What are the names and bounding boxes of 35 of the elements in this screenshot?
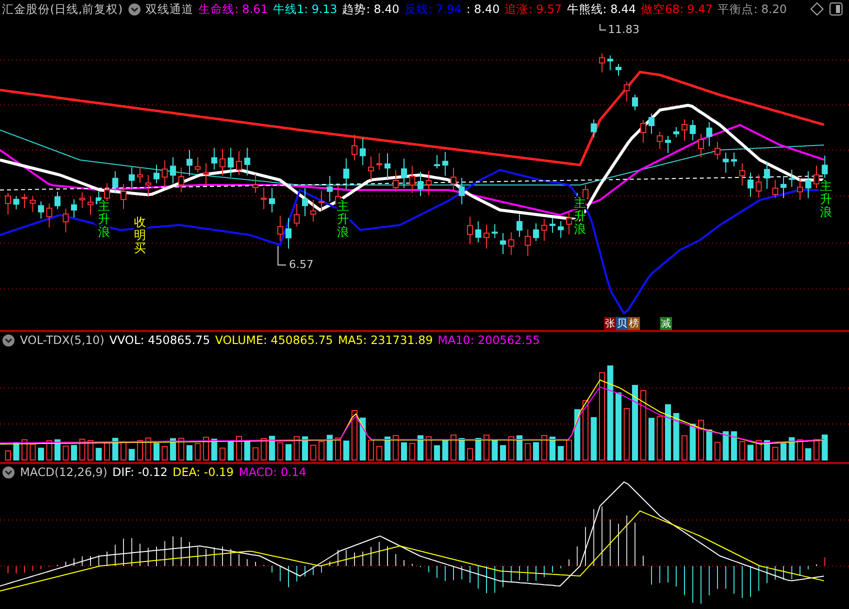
indicator-reading: 平衡点: 8.20 <box>718 2 787 16</box>
indicator-reading: MACD: 0.14 <box>238 465 306 479</box>
tag-label: 张 <box>604 317 616 330</box>
leader-line <box>600 24 606 30</box>
panel-toggle-icon[interactable] <box>829 2 843 16</box>
leader-line <box>278 246 286 266</box>
low-price-label: 6.57 <box>289 258 314 272</box>
indicator-name: VOL-TDX(5,10) <box>20 333 104 347</box>
indicator-reading: 反线: 7.94 <box>404 2 462 16</box>
tag-label: 减 <box>660 317 672 330</box>
indicator-reading: DIF: -0.12 <box>112 465 168 479</box>
indicator-name: 双线通道 <box>146 2 194 16</box>
indicator-reading: 追涨: 9.57 <box>504 2 562 16</box>
high-price-label: 11.83 <box>608 23 640 36</box>
indicator-reading: VVOL: 450865.75 <box>109 333 210 347</box>
indicator-reading: 牛熊线: 8.44 <box>566 2 636 16</box>
dropdown-icon[interactable] <box>128 2 141 16</box>
indicator-name: MACD(12,26,9) <box>20 465 108 479</box>
indicator-reading: 做空68: 9.47 <box>640 2 713 16</box>
stock-title: 汇金股份(日线,前复权) <box>2 2 123 16</box>
signal-label: 收明买 <box>134 215 146 255</box>
tag-label: 榜 <box>628 317 640 330</box>
dropdown-icon[interactable] <box>2 334 15 346</box>
indicator-reading: 牛线1: 9.13 <box>272 2 338 16</box>
indicator-reading: : 8.40 <box>466 2 500 16</box>
dropdown-icon[interactable] <box>2 466 15 478</box>
diamond-icon[interactable] <box>810 2 824 16</box>
signal-label: 主升浪 <box>820 179 832 219</box>
indicator-reading: DEA: -0.19 <box>172 465 234 479</box>
indicator-reading: 生命线: 8.61 <box>198 2 268 16</box>
indicator-reading: 趋势: 8.40 <box>342 2 400 16</box>
indicator-reading: MA10: 200562.55 <box>438 333 540 347</box>
indicator-reading: MA5: 231731.89 <box>338 333 433 347</box>
tag-label: 贝 <box>616 317 628 330</box>
indicator-reading: VOLUME: 450865.75 <box>215 333 333 347</box>
